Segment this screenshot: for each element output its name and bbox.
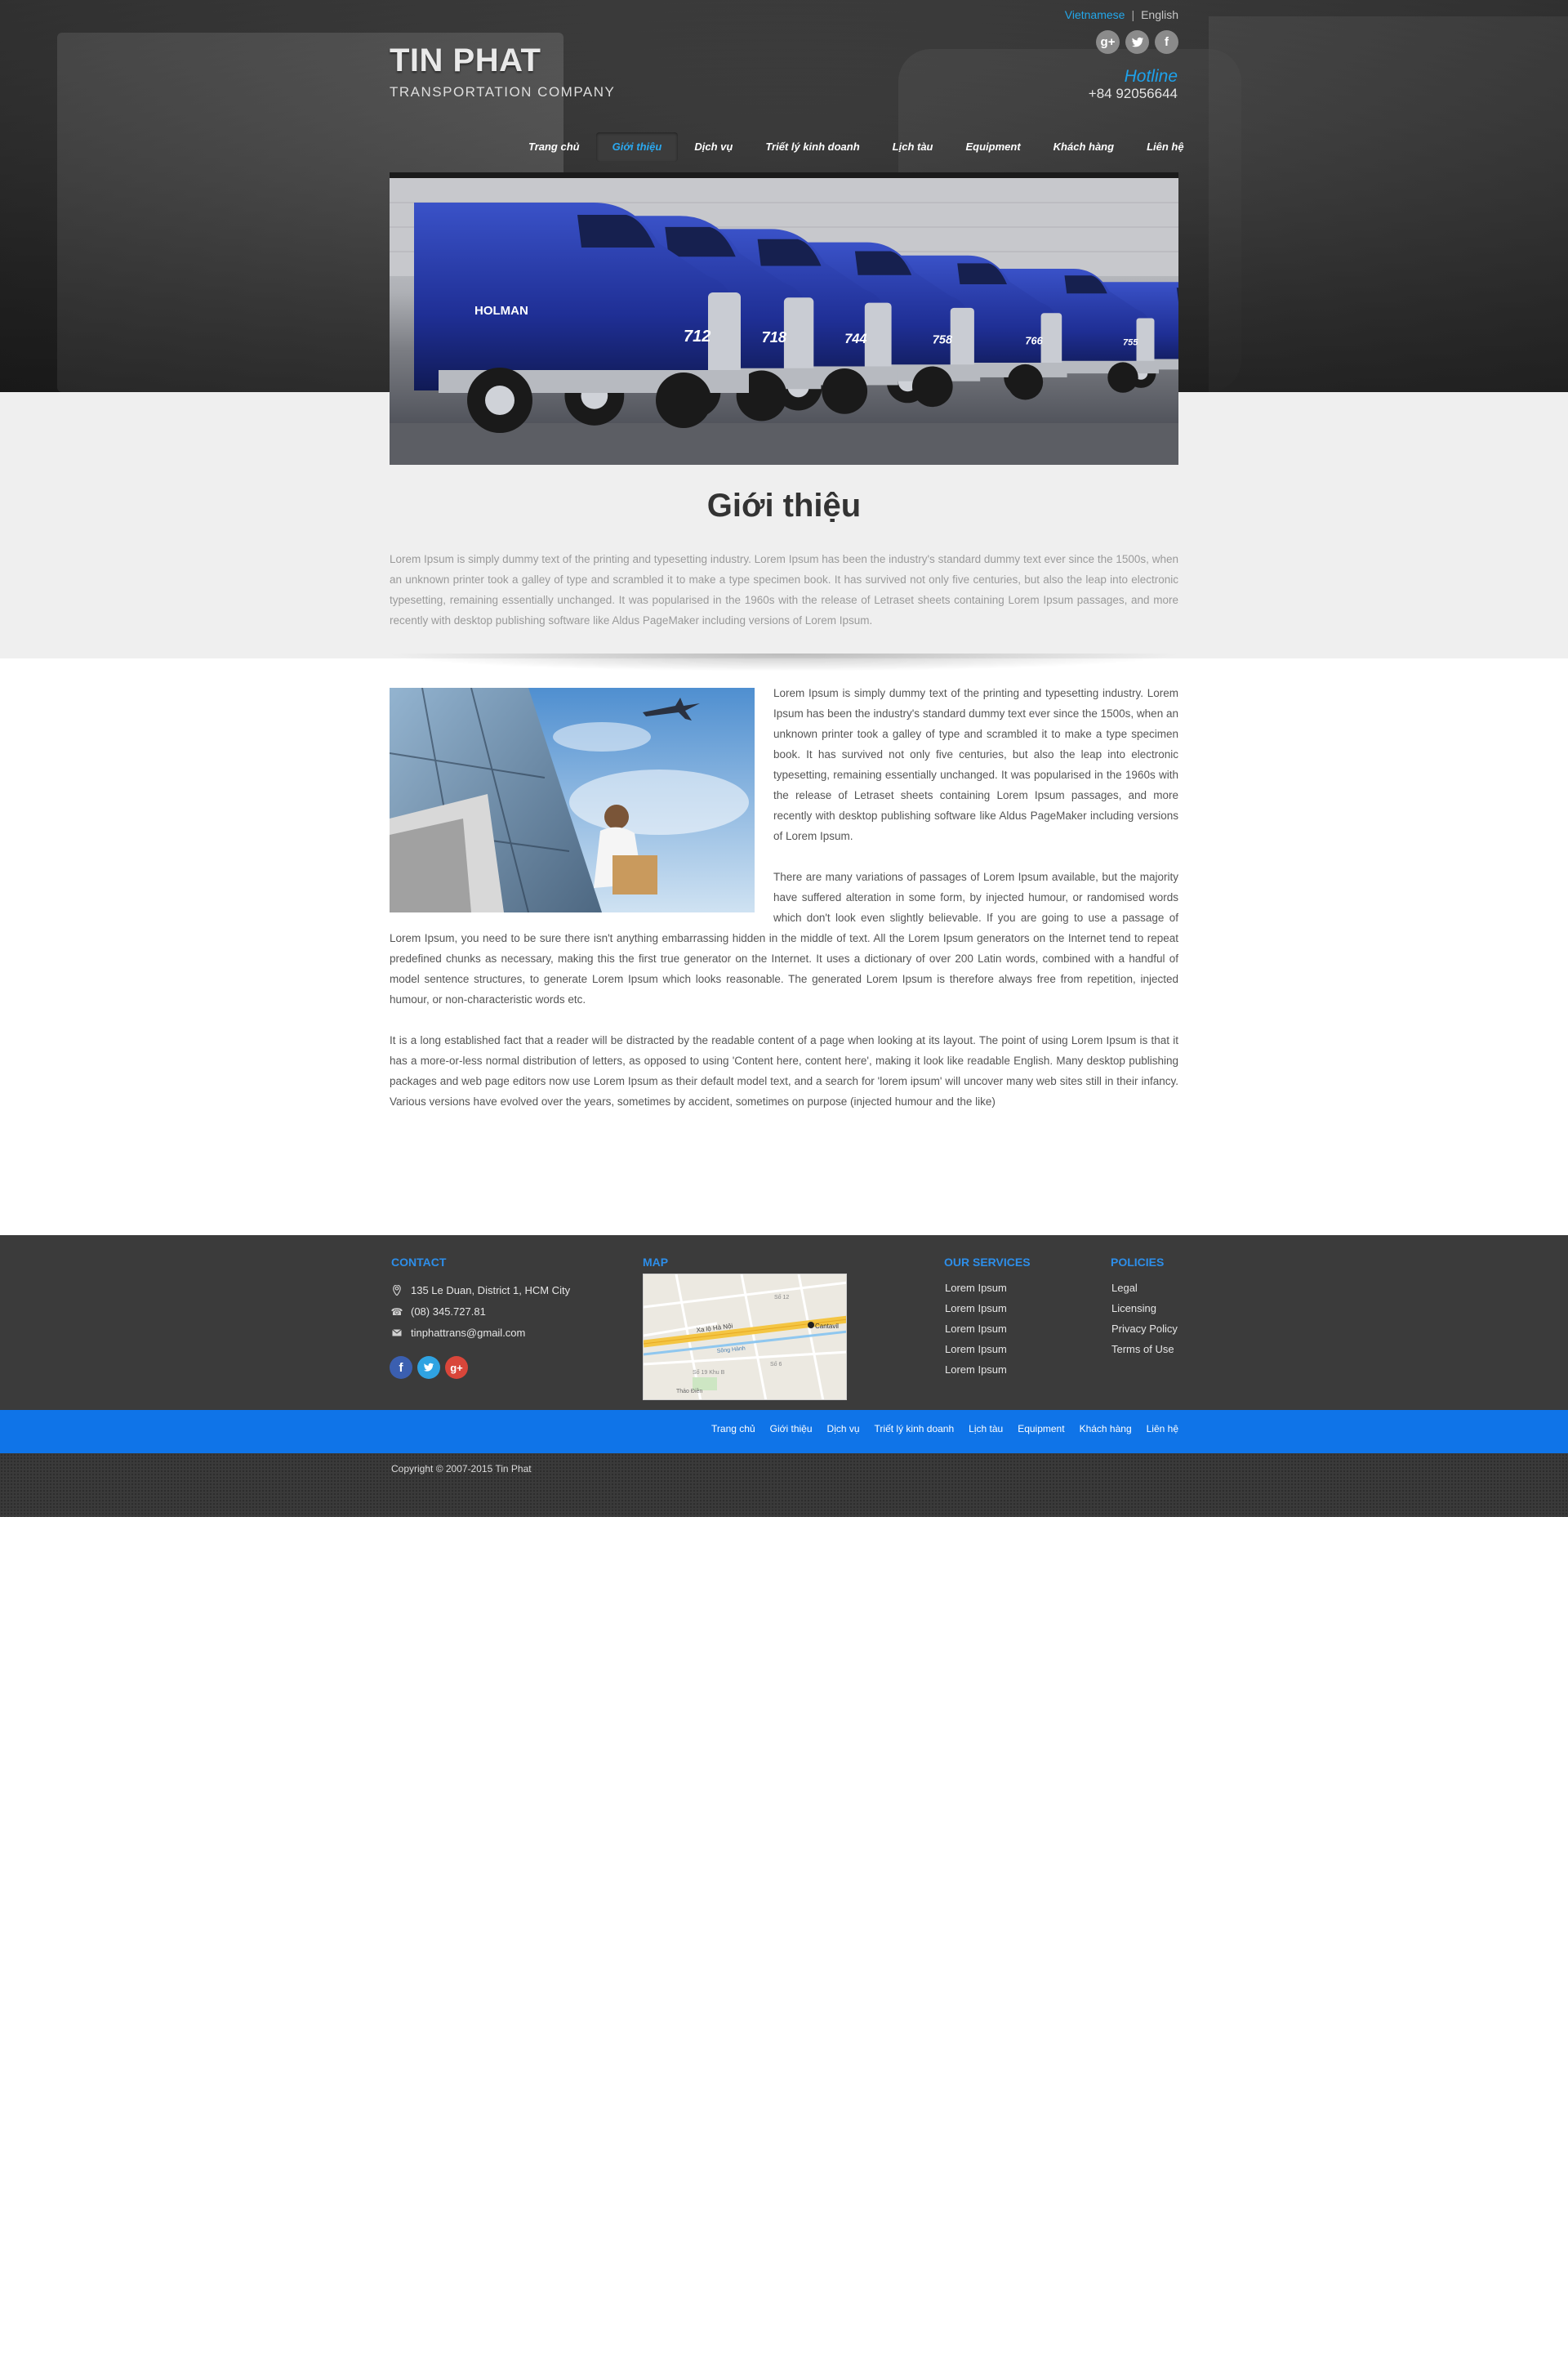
- location-map[interactable]: Xa lộ Hà Nội Cantavil Sông Hành Thảo Điề…: [643, 1274, 847, 1400]
- footer-policies-heading: POLICIES: [1111, 1256, 1165, 1269]
- policy-link-privacy[interactable]: Privacy Policy: [1111, 1322, 1178, 1336]
- contact-email-row: tinphattrans@gmail.com: [391, 1327, 525, 1339]
- nav-item-triet-ly-kinh-doanh[interactable]: Triết lý kinh doanh: [749, 132, 875, 162]
- policy-link-licensing[interactable]: Licensing: [1111, 1301, 1178, 1315]
- location-pin-icon: [391, 1285, 403, 1296]
- page-title: Giới thiệu: [706, 488, 862, 524]
- footer-nav-equipment[interactable]: Equipment: [1018, 1423, 1064, 1434]
- services-link[interactable]: Lorem Ipsum: [945, 1342, 1007, 1356]
- copyright-text: Copyright © 2007-2015 Tin Phat: [391, 1463, 532, 1474]
- courier-building-image: [390, 688, 755, 912]
- logo-title[interactable]: TIN PHAT: [390, 42, 541, 79]
- services-link[interactable]: Lorem Ipsum: [945, 1301, 1007, 1315]
- language-vietnamese-link[interactable]: Vietnamese: [1065, 8, 1125, 21]
- truck-number-label: 758: [933, 334, 953, 347]
- language-switcher: Vietnamese | English: [1065, 8, 1178, 21]
- logo-subtitle: TRANSPORTATION COMPANY: [390, 84, 616, 100]
- map-place-label: Cantavil: [815, 1323, 839, 1330]
- map-street-label: Số 19 Khu B: [693, 1368, 725, 1376]
- nav-item-lien-he[interactable]: Liên hệ: [1130, 132, 1200, 162]
- footer-nav-triet-ly[interactable]: Triết lý kinh doanh: [875, 1423, 955, 1434]
- footer-nav-gioi-thieu[interactable]: Giới thiệu: [770, 1423, 813, 1434]
- footer-map-heading: MAP: [643, 1256, 669, 1269]
- truck-number-label: 718: [762, 329, 787, 346]
- map-district-label: Thảo Điền: [676, 1387, 702, 1394]
- language-english-link[interactable]: English: [1141, 8, 1178, 21]
- hotline-number[interactable]: +84 92056644: [1089, 86, 1178, 102]
- contact-phone[interactable]: (08) 345.727.81: [411, 1305, 486, 1318]
- services-link[interactable]: Lorem Ipsum: [945, 1363, 1007, 1376]
- facebook-icon[interactable]: f: [1155, 30, 1178, 54]
- header-social-links: g+ f: [1096, 30, 1178, 54]
- footer-bottom: [0, 1453, 1568, 1517]
- contact-address-row: 135 Le Duan, District 1, HCM City: [391, 1284, 570, 1296]
- footer-policies-list: Legal Licensing Privacy Policy Terms of …: [1111, 1281, 1178, 1356]
- map-street-label: Số 6: [770, 1360, 782, 1367]
- hotline-label: Hotline: [1124, 67, 1178, 86]
- services-link[interactable]: Lorem Ipsum: [945, 1281, 1007, 1295]
- footer-nav-khach-hang[interactable]: Khách hàng: [1080, 1423, 1132, 1434]
- footer-nav-lich-tau[interactable]: Lịch tàu: [969, 1423, 1003, 1434]
- truck-number-label: 712: [684, 328, 710, 346]
- contact-phone-row: ☎ (08) 345.727.81: [391, 1305, 486, 1318]
- nav-item-lich-tau[interactable]: Lịch tàu: [876, 132, 950, 162]
- policy-link-legal[interactable]: Legal: [1111, 1281, 1178, 1295]
- facebook-icon[interactable]: f: [390, 1356, 412, 1379]
- banner-trucks-image: 82755766758744718712 HOLMAN: [390, 172, 1178, 465]
- content-paragraph-3: It is a long established fact that a rea…: [390, 1034, 1178, 1108]
- twitter-icon[interactable]: [417, 1356, 440, 1379]
- section-shadow: [384, 654, 1184, 671]
- main-navigation: Trang chủ Giới thiệu Dịch vụ Triết lý ki…: [512, 132, 1200, 162]
- contact-address: 135 Le Duan, District 1, HCM City: [411, 1284, 571, 1296]
- google-plus-icon[interactable]: g+: [445, 1356, 468, 1379]
- nav-item-dich-vu[interactable]: Dịch vụ: [678, 132, 749, 162]
- truck-number-label: 744: [844, 332, 866, 346]
- footer-contact-heading: CONTACT: [391, 1256, 447, 1269]
- footer-navigation: Trang chủ Giới thiệu Dịch vụ Triết lý ki…: [711, 1423, 1178, 1434]
- footer-nav-trang-chu[interactable]: Trang chủ: [711, 1423, 755, 1434]
- truck-number-label: 755: [1123, 338, 1138, 348]
- footer-nav-dich-vu[interactable]: Dịch vụ: [827, 1423, 860, 1434]
- truck-number-label: 766: [1025, 335, 1043, 347]
- google-plus-icon[interactable]: g+: [1096, 30, 1120, 54]
- language-separator: |: [1131, 8, 1135, 21]
- footer-services-list: Lorem Ipsum Lorem Ipsum Lorem Ipsum Lore…: [945, 1281, 1007, 1376]
- contact-email[interactable]: tinphattrans@gmail.com: [411, 1327, 525, 1339]
- services-link[interactable]: Lorem Ipsum: [945, 1322, 1007, 1336]
- policy-link-terms[interactable]: Terms of Use: [1111, 1342, 1178, 1356]
- twitter-icon[interactable]: [1125, 30, 1149, 54]
- email-icon: [391, 1327, 403, 1339]
- nav-item-khach-hang[interactable]: Khách hàng: [1037, 132, 1130, 162]
- map-street-label: Số 12: [774, 1293, 789, 1300]
- intro-paragraph: Lorem Ipsum is simply dummy text of the …: [390, 553, 1178, 627]
- nav-item-equipment[interactable]: Equipment: [950, 132, 1037, 162]
- phone-icon: ☎: [390, 1305, 403, 1318]
- footer-services-heading: OUR SERVICES: [944, 1256, 1031, 1269]
- nav-item-gioi-thieu[interactable]: Giới thiệu: [595, 132, 679, 162]
- footer-social-links: f g+: [390, 1356, 468, 1379]
- nav-item-trang-chu[interactable]: Trang chủ: [512, 132, 596, 162]
- footer-nav-lien-he[interactable]: Liên hệ: [1147, 1423, 1178, 1434]
- truck-brand-label: HOLMAN: [474, 304, 528, 318]
